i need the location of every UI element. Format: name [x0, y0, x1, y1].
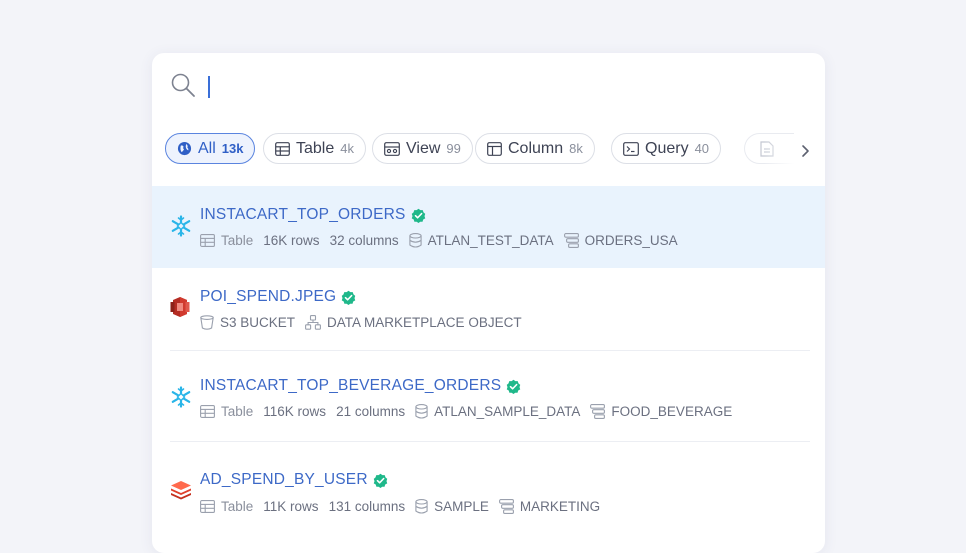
filter-count: 13k — [221, 141, 244, 156]
database-name[interactable]: ATLAN_TEST_DATA — [428, 233, 554, 248]
schema-name[interactable]: FOOD_BEVERAGE — [611, 404, 732, 419]
filter-chip-more[interactable] — [744, 133, 794, 165]
search-panel: All 13k Table 4k View 99 Column 8k Query… — [152, 53, 825, 553]
s3-icon — [170, 297, 190, 317]
database-name[interactable]: ATLAN_SAMPLE_DATA — [434, 404, 580, 419]
snowflake-icon — [171, 386, 191, 408]
result-title-row[interactable]: INSTACART_TOP_ORDERS — [200, 206, 426, 224]
result-meta: S3 BUCKET DATA MARKETPLACE OBJECT — [200, 315, 532, 330]
databricks-icon — [171, 481, 191, 500]
result-item[interactable]: POI_SPEND.JPEG S3 BUCKET DATA MARKETPLAC… — [152, 268, 825, 350]
result-title[interactable]: POI_SPEND.JPEG — [200, 288, 336, 306]
column-count: 131 columns — [328, 499, 406, 514]
filter-count: 40 — [694, 141, 710, 156]
filter-chip-table[interactable]: Table 4k — [263, 133, 366, 164]
result-title-row[interactable]: POI_SPEND.JPEG — [200, 288, 356, 306]
bucket-icon — [200, 315, 214, 330]
document-icon — [760, 141, 774, 157]
filter-count: 99 — [446, 141, 461, 156]
result-title[interactable]: INSTACART_TOP_BEVERAGE_ORDERS — [200, 377, 501, 395]
verified-icon — [373, 473, 387, 488]
result-item[interactable]: INSTACART_TOP_BEVERAGE_ORDERS Table 116K… — [152, 351, 825, 441]
row-count: 16K rows — [263, 233, 320, 248]
result-title[interactable]: AD_SPEND_BY_USER — [200, 471, 368, 489]
database-icon — [415, 499, 428, 514]
verified-icon — [342, 290, 356, 305]
asset-type: Table — [221, 233, 254, 248]
filter-count: 8k — [569, 141, 583, 156]
row-count: 116K rows — [263, 404, 327, 419]
filter-count: 4k — [340, 141, 354, 156]
schema-icon — [498, 499, 514, 514]
schema-name[interactable]: ORDERS_USA — [585, 233, 678, 248]
result-meta: Table 16K rows 32 columns ATLAN_TEST_DAT… — [200, 233, 688, 248]
terminal-icon — [623, 141, 639, 156]
filter-label: Table — [296, 139, 335, 157]
filter-chip-all[interactable]: All 13k — [165, 133, 256, 164]
result-meta: Table 11K rows 131 columns SAMPLE MARKET… — [200, 499, 610, 514]
filter-chip-column[interactable]: Column 8k — [475, 133, 595, 164]
result-meta: Table 116K rows 21 columns ATLAN_SAMPLE_… — [200, 404, 742, 419]
result-title[interactable]: INSTACART_TOP_ORDERS — [200, 206, 406, 224]
column-icon — [487, 141, 502, 156]
type-filter-bar: All 13k Table 4k View 99 Column 8k Query… — [152, 133, 825, 169]
filter-label: Column — [508, 139, 564, 157]
view-icon — [384, 141, 400, 156]
filter-label: Query — [645, 139, 689, 157]
table-icon — [200, 500, 215, 513]
filter-chip-query[interactable]: Query 40 — [611, 133, 722, 164]
result-title-row[interactable]: INSTACART_TOP_BEVERAGE_ORDERS — [200, 377, 521, 395]
result-title-row[interactable]: AD_SPEND_BY_USER — [200, 471, 388, 489]
database-name[interactable]: SAMPLE — [434, 499, 489, 514]
asset-type: Table — [221, 404, 254, 419]
column-count: 21 columns — [336, 404, 406, 419]
schema-icon — [563, 233, 579, 248]
filter-label: All — [198, 139, 216, 157]
snowflake-icon — [171, 215, 191, 237]
table-icon — [200, 234, 215, 247]
verified-icon — [507, 379, 521, 394]
table-icon — [275, 141, 290, 156]
schema-name[interactable]: MARKETING — [520, 499, 600, 514]
verified-icon — [411, 208, 425, 223]
result-item[interactable]: INSTACART_TOP_ORDERS Table 16K rows 32 c… — [152, 186, 825, 268]
schema-icon — [590, 404, 606, 419]
filter-chip-view[interactable]: View 99 — [372, 133, 473, 164]
object-type: DATA MARKETPLACE OBJECT — [327, 315, 522, 330]
row-count: 11K rows — [263, 499, 319, 514]
database-icon — [408, 233, 422, 248]
asset-type: S3 BUCKET — [220, 315, 296, 330]
database-icon — [415, 404, 428, 419]
search-input[interactable] — [208, 76, 210, 98]
chevron-right-icon[interactable] — [797, 143, 813, 159]
filter-label: View — [406, 139, 441, 157]
globe-icon — [177, 141, 192, 156]
search-icon — [171, 73, 195, 97]
search-bar[interactable] — [152, 53, 825, 119]
table-icon — [200, 405, 215, 418]
asset-type: Table — [221, 499, 254, 514]
column-count: 32 columns — [329, 233, 399, 248]
result-item[interactable]: AD_SPEND_BY_USER Table 11K rows 131 colu… — [152, 442, 825, 553]
object-icon — [305, 315, 321, 330]
